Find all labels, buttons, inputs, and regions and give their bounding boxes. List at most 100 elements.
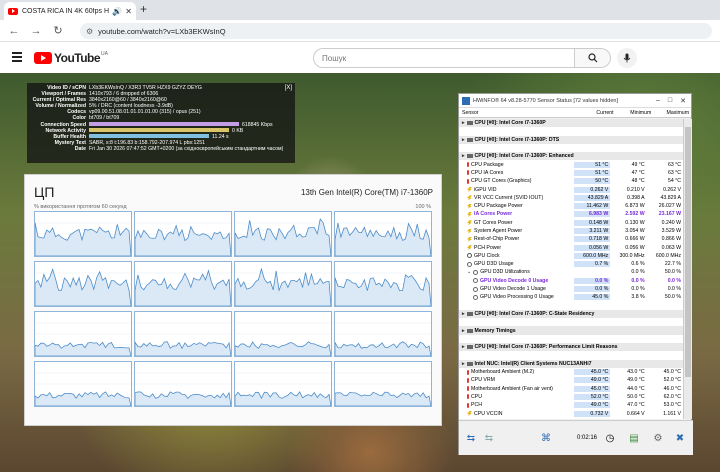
sensor-current: 0.7 % <box>573 261 611 268</box>
sensor-maximum: 52.0 °C <box>663 377 681 384</box>
sensor-name: IA Cores Power <box>459 211 574 217</box>
sensor-name: Motherboard Ambient (Fan air vent) <box>459 386 574 392</box>
sensor-label: PCH Power <box>474 244 502 251</box>
core-graph <box>234 361 332 407</box>
sensor-row[interactable]: GPU Video Decode 0 Usage 0.0 % 0.0 % 0.0 % <box>459 277 683 285</box>
sensor-minimum: 0.0 % <box>631 277 645 284</box>
back-icon[interactable]: ← <box>6 25 22 37</box>
hwinfo-title: HWiNFO® 64 v8.28-5770 Sensor Status [72 … <box>473 97 618 104</box>
sensor-row[interactable]: GPU Clock 600.0 MHz 300.0 MHz 600.0 MHz <box>459 252 683 260</box>
sensor-row[interactable]: ⌄ GPU D3D Utilizations 0.0 % 50.0 % <box>459 268 683 276</box>
expand-icon[interactable]: ▸ <box>462 328 465 334</box>
sensor-maximum: 0.0 % <box>667 286 681 293</box>
sensor-group-label: Intel NUC: Intel(R) Client Systems NUC13… <box>474 360 592 367</box>
speaker-icon[interactable]: 🔊 <box>112 7 122 16</box>
lightning-icon <box>467 195 472 201</box>
sensor-maximum: 50.0 % <box>664 294 681 301</box>
sensor-row[interactable]: iGPU VID 0.262 V 0.210 V 0.262 V <box>459 185 683 193</box>
sensor-row[interactable]: Motherboard Ambient (M.2) 45.0 °C 43.0 °C 4… <box>459 368 683 376</box>
close-sensors-icon[interactable]: ✖ <box>671 429 689 447</box>
lightning-icon <box>467 220 472 226</box>
expand-icon[interactable]: ▸ <box>462 311 465 317</box>
tab-youtube[interactable]: COSTA RICA IN 4K 60fps H 🔊 ✕ <box>4 2 136 20</box>
sensor-row[interactable]: CPU Package 51 °C 49 °C 63 °C <box>459 160 683 168</box>
col-minimum[interactable]: Minimum <box>616 110 654 116</box>
stats-close-button[interactable]: [X] <box>285 85 292 91</box>
sensor-row[interactable]: CPU GT Cores (Graphics) 50 °C 48 °C 54 °C <box>459 177 683 185</box>
thermometer-icon <box>467 377 469 383</box>
col-sensor[interactable]: Sensor <box>459 110 578 116</box>
collapse-icon[interactable]: ⌄ <box>467 269 471 275</box>
core-graph <box>134 211 232 257</box>
stats-key: Date <box>74 145 86 152</box>
sensor-row[interactable]: GPU Video Processing 0 Usage 45.0 % 3.8 % 5… <box>459 293 683 301</box>
expand-icon[interactable]: ▸ <box>462 153 465 159</box>
sensor-row[interactable]: CPU Package Power 11.462 W 6.873 W 26.027 W <box>459 202 683 210</box>
expand-icon[interactable]: ▸ <box>462 120 465 126</box>
sensor-row[interactable]: VR VCC Current (SVID IOUT) 43.829 A 0.398 … <box>459 194 683 202</box>
site-info-icon[interactable]: ⚙ <box>86 27 93 36</box>
expand-icon[interactable]: ▸ <box>462 344 465 350</box>
sensor-label: iGPU VID <box>474 186 497 193</box>
maximize-icon[interactable]: □ <box>668 97 672 105</box>
sensor-label: CPU GT Cores (Graphics) <box>471 178 532 185</box>
sensor-row[interactable]: GT Cores Power 0.148 W 0.130 W 0.240 W <box>459 219 683 227</box>
chip-icon <box>466 361 473 366</box>
gauge-icon <box>473 269 479 275</box>
sensor-name: System Agent Power <box>459 228 574 234</box>
sensor-group-name: ▸ Memory Timings <box>459 328 683 334</box>
sensor-group-header[interactable]: ▸ Intel NUC: Intel(R) Client Systems NUC1… <box>459 359 683 368</box>
sensor-group-name: ▸ CPU [#0]: Intel Core i7-1360P: DTS <box>459 137 683 143</box>
core-graph <box>334 211 432 257</box>
sensor-group-header[interactable]: ▸ CPU [#0]: Intel Core i7-1360P <box>459 119 683 128</box>
expand-icon[interactable]: ▸ <box>462 361 465 367</box>
sensor-row[interactable]: CPU VCCIN 0.732 V 0.664 V 1.161 V <box>459 409 683 417</box>
col-maximum[interactable]: Maximum <box>653 110 691 116</box>
forward-icon[interactable]: → <box>28 25 44 37</box>
sensor-row[interactable]: PCH Power 0.056 W 0.056 W 0.063 W <box>459 243 683 251</box>
col-current[interactable]: Current <box>578 110 616 116</box>
search-input[interactable]: Пошук <box>313 48 575 68</box>
sensor-scrollbar[interactable] <box>683 119 692 419</box>
sensor-current: 52.0 °C <box>573 393 611 400</box>
sensor-row[interactable]: GPU Video Decode 1 Usage 0.0 % 0.0 % 0.0 % <box>459 285 683 293</box>
expand-icon[interactable]: ▸ <box>462 137 465 143</box>
network-icon[interactable]: ⌘ <box>537 429 555 447</box>
close-tab-icon[interactable]: ✕ <box>125 7 132 16</box>
lightning-icon <box>467 211 472 217</box>
youtube-logo[interactable]: YouTube UA <box>34 51 108 65</box>
sensor-group-header[interactable]: ▸ Memory Timings <box>459 326 683 335</box>
sensor-label: CPU VRM <box>471 377 495 384</box>
reload-icon[interactable]: ↻ <box>50 24 66 37</box>
arrows-right-icon[interactable]: ⇆ <box>481 429 497 447</box>
sensor-row[interactable]: CPU 52.0 °C 50.0 °C 62.0 °C <box>459 393 683 401</box>
sensor-label: IA Cores Power <box>474 211 513 218</box>
sensor-row[interactable]: IA Cores Power 6.983 W 2.592 W 23.167 W <box>459 210 683 218</box>
sensor-current: 0.718 W <box>573 236 611 243</box>
sensor-row[interactable]: CPU IA Cores 51 °C 47 °C 63 °C <box>459 169 683 177</box>
settings-icon[interactable]: ⚙ <box>649 429 667 447</box>
search-button[interactable] <box>575 48 611 68</box>
sensor-row[interactable]: Rest-of-Chip Power 0.718 W 0.666 W 0.866 W <box>459 235 683 243</box>
menu-icon[interactable] <box>12 52 22 62</box>
sensor-row[interactable]: System Agent Power 3.211 W 3.054 W 3.529 W <box>459 227 683 235</box>
new-tab-icon[interactable]: + <box>140 2 147 16</box>
core-graph <box>134 361 232 407</box>
arrows-left-icon[interactable]: ⇆ <box>463 429 479 447</box>
sensor-row[interactable]: GPU D3D Usage 0.7 % 0.6 % 22.7 % <box>459 260 683 268</box>
sensor-row[interactable]: Motherboard Ambient (Fan air vent) 45.0 °… <box>459 385 683 393</box>
clock-icon[interactable]: ◷ <box>601 429 619 447</box>
minimize-icon[interactable]: – <box>656 97 660 105</box>
sensor-group-header[interactable]: ▸ CPU [#0]: Intel Core i7-1360P: DTS <box>459 135 683 144</box>
close-icon[interactable]: ✕ <box>680 97 686 105</box>
voice-search-button[interactable] <box>617 48 637 68</box>
add-report-icon[interactable]: ▤ <box>625 429 643 447</box>
sensor-row[interactable]: PCH 49.0 °C 47.0 °C 53.0 °C <box>459 401 683 409</box>
sensor-group-header[interactable]: ▸ CPU [#0]: Intel Core i7-1360P: C-State … <box>459 309 683 319</box>
logo-text: YouTube <box>54 51 101 65</box>
sensor-group-header[interactable]: ▸ CPU [#0]: Intel Core i7-1360P: Enhanced <box>459 152 683 161</box>
sensor-row[interactable]: CPU VRM 49.0 °C 49.0 °C 52.0 °C <box>459 376 683 384</box>
address-bar[interactable]: ⚙ youtube.com/watch?v=LXb3EKWsInQ <box>80 23 712 39</box>
stats-value-text: 11.24 s <box>212 133 229 140</box>
sensor-group-header[interactable]: ▸ CPU [#0]: Intel Core i7-1360P: Performa… <box>459 343 683 352</box>
